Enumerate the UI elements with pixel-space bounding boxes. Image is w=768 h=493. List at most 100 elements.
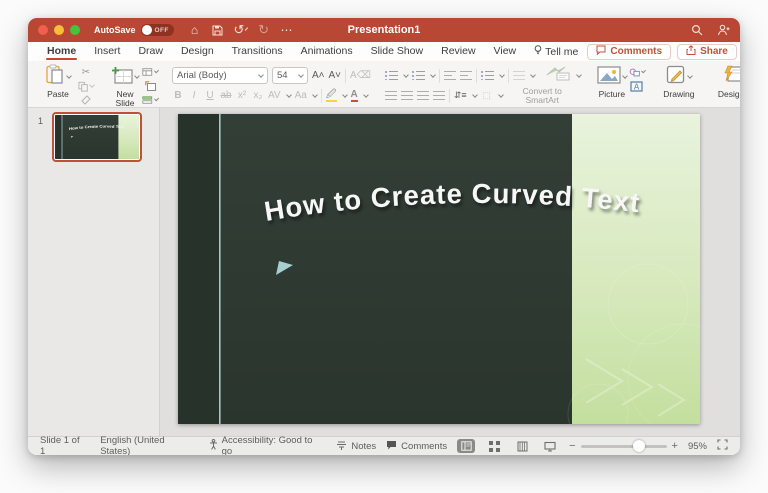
tab-draw[interactable]: Draw [129, 43, 172, 60]
underline-button: U [204, 90, 216, 101]
tab-insert[interactable]: Insert [85, 43, 129, 60]
accessibility-icon [209, 439, 218, 453]
slide-graphic: How to Create Curved Text [178, 114, 700, 424]
tab-tell-me[interactable]: Tell me [525, 43, 587, 61]
zoom-knob[interactable] [633, 440, 645, 452]
font-color-button: A [351, 90, 358, 102]
slideshow-button[interactable] [541, 439, 559, 453]
redo-icon: ↻ [257, 23, 271, 37]
layout-icon[interactable] [142, 66, 158, 78]
change-case-button: Aa [295, 90, 307, 101]
align-left-icon[interactable] [385, 91, 397, 100]
zoom-slider[interactable]: − + [569, 440, 678, 452]
decrease-indent-icon[interactable] [444, 71, 456, 80]
status-bar: Slide 1 of 1 English (United States) Acc… [28, 436, 740, 455]
designer-button[interactable]: Designer [713, 65, 740, 99]
comment-icon [596, 45, 606, 58]
subscript-button: x₂ [252, 90, 264, 101]
clear-formatting-button: A⌫ [350, 70, 371, 81]
autosave-toggle[interactable]: AutoSave OFF [94, 24, 174, 36]
justify-icon[interactable] [433, 91, 445, 100]
slide-editor-area[interactable]: How to Create Curved Text [160, 108, 740, 436]
section-icon[interactable] [142, 94, 158, 106]
bullets-icon[interactable] [385, 71, 398, 80]
superscript-button: x² [236, 90, 248, 101]
drawing-icon [666, 65, 686, 90]
autosave-state: OFF [155, 27, 169, 34]
minimize-button[interactable] [54, 25, 64, 35]
increase-indent-icon[interactable] [460, 71, 472, 80]
zoom-track[interactable] [581, 445, 667, 448]
tab-home[interactable]: Home [38, 43, 85, 60]
align-center-icon[interactable] [401, 91, 413, 100]
tab-animations[interactable]: Animations [292, 43, 362, 60]
multilevel-list-icon[interactable] [481, 71, 494, 80]
save-icon[interactable] [211, 23, 225, 37]
numbering-icon[interactable] [412, 71, 425, 80]
zoom-out-icon[interactable]: − [569, 440, 575, 452]
presence-share-icon[interactable] [716, 23, 730, 37]
home-icon[interactable]: ⌂ [188, 23, 202, 37]
increase-font-size-button[interactable]: A˄ [312, 70, 325, 81]
zoom-percentage[interactable]: 95% [688, 441, 707, 452]
font-name-combobox[interactable]: Arial (Body) [172, 67, 268, 84]
shapes-icon[interactable] [629, 66, 645, 78]
close-button[interactable] [38, 25, 48, 35]
picture-button[interactable]: Picture [595, 65, 629, 99]
smartart-icon [545, 65, 571, 86]
share-button[interactable]: Share [677, 44, 737, 60]
font-size-combobox[interactable]: 54 [272, 67, 308, 84]
autosave-label: AutoSave [94, 25, 136, 35]
language-selector[interactable]: English (United States) [100, 435, 194, 455]
comment-filled-icon [386, 440, 397, 453]
tab-slide-show[interactable]: Slide Show [362, 43, 433, 60]
bold-button: B [172, 90, 184, 101]
zoom-button[interactable] [70, 25, 80, 35]
new-slide-button[interactable]: New Slide [108, 65, 142, 109]
normal-view-button[interactable] [457, 439, 475, 453]
paste-button[interactable]: Paste [38, 65, 78, 99]
ribbon: Paste ✂ New Slide [28, 61, 740, 108]
new-slide-icon [111, 66, 133, 89]
character-spacing-button: AV [268, 90, 281, 101]
tab-transitions[interactable]: Transitions [223, 43, 292, 60]
comments-panel-button[interactable]: Comments [386, 440, 447, 453]
more-commands-icon[interactable]: ⋯ [280, 23, 294, 37]
search-icon[interactable] [690, 23, 704, 37]
clipboard-icon [45, 64, 65, 91]
slide-canvas[interactable]: How to Create Curved Text [178, 114, 700, 424]
slide-sorter-view-button[interactable] [485, 439, 503, 453]
notes-icon [336, 440, 347, 453]
window-controls [38, 25, 80, 35]
slide-number: 1 [38, 116, 43, 126]
lightbulb-icon [534, 46, 542, 58]
reset-icon[interactable] [142, 80, 158, 92]
slide-info: Slide 1 of 1 [40, 435, 86, 455]
text-direction-button: ⬚ [481, 90, 493, 101]
comments-button[interactable]: Comments [587, 44, 671, 60]
strikethrough-button: ab [220, 90, 232, 101]
tab-review[interactable]: Review [432, 43, 484, 60]
notes-page-view-button[interactable] [513, 439, 531, 453]
slide-thumbnail[interactable]: How to Create Curved Text [52, 112, 142, 162]
drawing-button[interactable]: Drawing [659, 65, 699, 99]
zoom-in-icon[interactable]: + [672, 440, 678, 452]
notes-button[interactable]: Notes [336, 440, 376, 453]
fit-slide-icon[interactable] [717, 439, 728, 453]
align-right-icon[interactable] [417, 91, 429, 100]
toggle-knob [142, 25, 152, 35]
autosave-switch[interactable]: OFF [141, 24, 174, 36]
tab-view[interactable]: View [485, 43, 526, 60]
svg-text:A: A [634, 82, 640, 91]
tab-design[interactable]: Design [172, 43, 223, 60]
line-spacing-button[interactable]: ⇵≡ [454, 90, 467, 101]
picture-icon [597, 66, 621, 89]
undo-icon[interactable]: ↺ [234, 23, 248, 37]
text-box-icon[interactable]: A [629, 80, 645, 92]
accessibility-status[interactable]: Accessibility: Good to go [209, 435, 323, 455]
thumbnail-image: How to Create Curved Text [55, 115, 139, 159]
powerpoint-window: AutoSave OFF ⌂ ↺ ↻ ⋯ Presentation1 [28, 18, 740, 455]
italic-button: I [188, 90, 200, 101]
cut-icon: ✂ [78, 66, 94, 78]
decrease-font-size-button[interactable]: A˅ [329, 70, 342, 81]
